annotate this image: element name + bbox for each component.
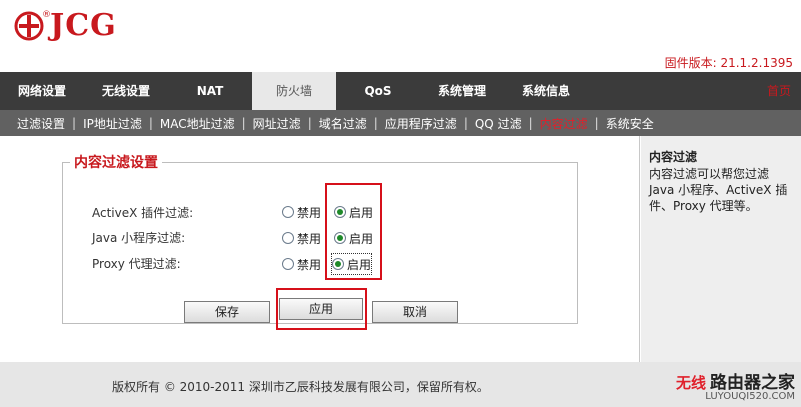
watermark-main-text: 路由器之家 [710,373,795,393]
tab-system-info[interactable]: 系统信息 [504,72,588,110]
radio-label: 禁用 [297,205,322,220]
radio-circle [282,232,294,244]
header: ® JCG 固件版本: 21.1.2.1395 [0,0,801,72]
firmware-version: 固件版本: 21.1.2.1395 [664,56,793,70]
subnav-app-filter[interactable]: 应用程序过滤 [378,115,464,132]
copyright-text: 版权所有 © 2010-2011 深圳市乙辰科技发展有限公司，保留所有权。 [112,380,489,394]
highlight-apply-button [276,288,367,330]
cancel-button[interactable]: 取消 [372,301,458,323]
help-panel: 内容过滤 内容过滤可以帮您过滤 Java 小程序、ActiveX 插件、Prox… [641,136,801,362]
subnav-filter-settings[interactable]: 过滤设置 [10,115,72,132]
tab-system-management[interactable]: 系统管理 [420,72,504,110]
fieldset-legend: 内容过滤设置 [70,152,162,172]
tab-qos[interactable]: QoS [336,72,420,110]
activex-disable-radio[interactable]: 禁用 [282,202,321,222]
footer: 版权所有 © 2010-2011 深圳市乙辰科技发展有限公司，保留所有权。 无线… [0,362,801,407]
main-nav: 网络设置 无线设置 NAT 防火墙 QoS 系统管理 系统信息 首页 [0,72,801,110]
home-link[interactable]: 首页 [767,72,801,110]
subnav-ip-filter[interactable]: IP地址过滤 [76,115,149,132]
tab-wireless-settings[interactable]: 无线设置 [84,72,168,110]
proxy-filter-label: Proxy 代理过滤: [92,256,181,271]
content-panel: 内容过滤设置 ActiveX 插件过滤: 禁用 启用 Java 小程序过滤: 禁… [0,136,640,362]
save-button[interactable]: 保存 [184,301,270,323]
brand-name: JCG [50,8,117,43]
subnav-domain-filter[interactable]: 域名过滤 [312,115,374,132]
registered-mark: ® [42,10,51,20]
subnav-mac-filter[interactable]: MAC地址过滤 [153,115,242,132]
highlight-enable-options [325,183,382,280]
radio-circle [282,206,294,218]
help-description: 内容过滤可以帮您过滤 Java 小程序、ActiveX 插件、Proxy 代理等… [649,167,788,213]
proxy-disable-radio[interactable]: 禁用 [282,254,321,274]
logo: ® JCG [14,8,117,43]
tab-firewall[interactable]: 防火墙 [252,72,336,110]
java-disable-radio[interactable]: 禁用 [282,228,321,248]
activex-filter-label: ActiveX 插件过滤: [92,205,194,220]
watermark: 无线 路由器之家 LUYOUQI520.COM [676,368,795,402]
subnav-system-security[interactable]: 系统安全 [599,115,661,132]
tab-network-settings[interactable]: 网络设置 [0,72,84,110]
watermark-red-text: 无线 [675,374,706,392]
sub-nav: 过滤设置 | IP地址过滤 | MAC地址过滤 | 网址过滤 | 域名过滤 | … [0,110,801,136]
tab-nat[interactable]: NAT [168,72,252,110]
radio-label: 禁用 [297,257,322,272]
subnav-url-filter[interactable]: 网址过滤 [246,115,308,132]
subnav-qq-filter[interactable]: QQ 过滤 [468,115,529,132]
subnav-content-filter[interactable]: 内容过滤 [533,115,595,132]
java-filter-label: Java 小程序过滤: [92,230,186,245]
help-title: 内容过滤 [649,150,698,164]
radio-circle [282,258,294,270]
radio-label: 禁用 [297,231,322,246]
jcg-logo-icon [14,11,44,40]
